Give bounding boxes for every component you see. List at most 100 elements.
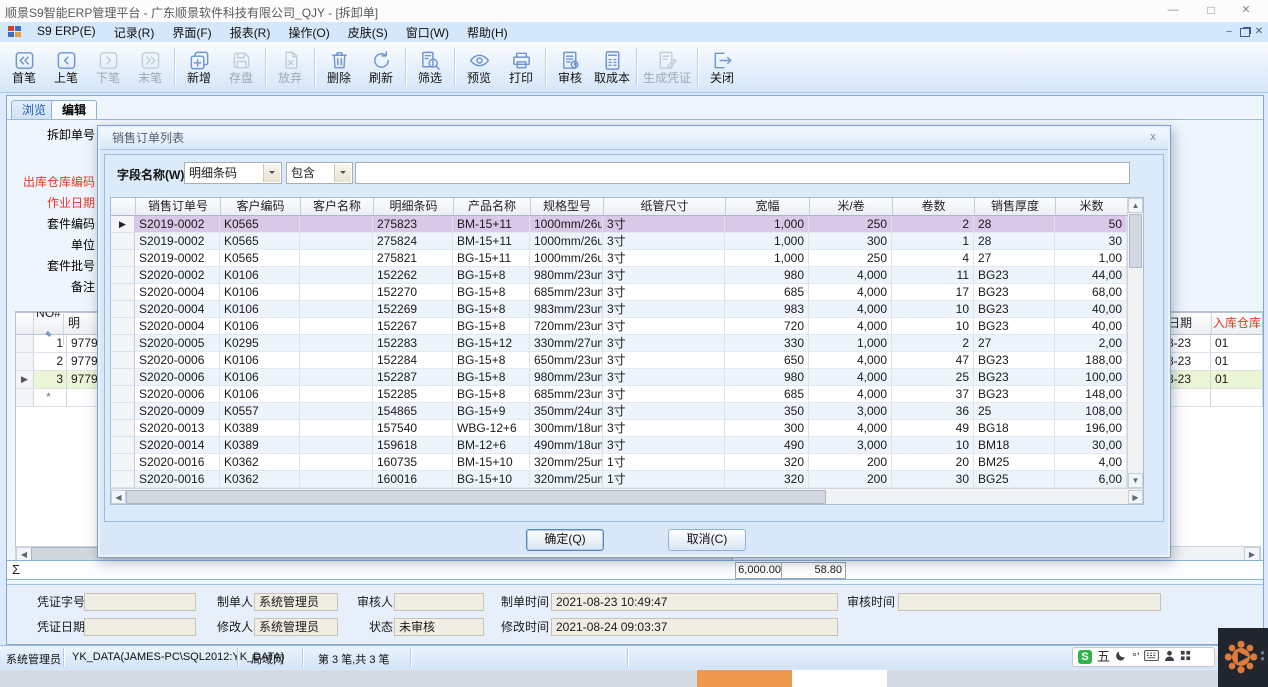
menu-item-4[interactable]: 操作(O) [279,22,338,43]
mdi-close-icon[interactable]: ✕ [1252,25,1266,39]
toolbar-preview-button[interactable]: 预览 [458,45,500,88]
input-method-bar[interactable]: S 五 °’ [1072,647,1215,667]
order-row[interactable]: S2020-0006K0106152284BG-15+8650mm/23um..… [111,352,1143,369]
column-header-5[interactable]: 规格型号 [531,198,604,216]
keyboard-icon[interactable] [1144,650,1159,664]
column-header-8[interactable]: 米/卷 [810,198,893,216]
menu-item-2[interactable]: 界面(F) [163,22,220,43]
column-header-3[interactable]: 明细条码 [374,198,454,216]
toolbar-print-button[interactable]: 打印 [500,45,542,88]
left-grid-row[interactable]: 197792 [16,335,100,353]
order-row[interactable]: S2020-0009K0557154865BG-15+9350mm/24um..… [111,403,1143,420]
ok-button[interactable]: 确定(Q) [526,529,604,551]
order-row[interactable]: ▶S2019-0002K0565275823BM-15+111000mm/26u… [111,216,1143,233]
menu-item-6[interactable]: 窗口(W) [397,22,458,43]
recorder-overlay-icon[interactable]: ●● [1218,628,1268,687]
scroll-right-icon[interactable]: ▶ [1128,490,1143,504]
order-row[interactable]: S2020-0016K0362160735BM-15+10320mm/25um.… [111,454,1143,471]
punctuation-icon[interactable]: °’ [1132,650,1139,664]
order-row[interactable]: S2020-0004K0106152270BG-15+8685mm/23um..… [111,284,1143,301]
scroll-thumb[interactable] [1129,214,1142,268]
menu-item-0[interactable]: S9 ERP(E) [28,22,105,43]
toolbar-nav-first-button[interactable]: 首笔 [3,45,45,88]
right-grid-row[interactable]: 8-2301 [1165,371,1263,389]
left-grid-row[interactable]: 297792 [16,353,100,371]
column-header-9[interactable]: 卷数 [893,198,975,216]
column-header-10[interactable]: 销售厚度 [975,198,1056,216]
scroll-right-icon[interactable]: ▶ [1244,547,1260,561]
order-row[interactable]: S2020-0006K0106152285BG-15+8685mm/23um..… [111,386,1143,403]
scroll-thumb[interactable] [126,490,826,504]
column-header-1[interactable]: 客户编码 [221,198,301,216]
column-header-4[interactable]: 产品名称 [454,198,531,216]
dialog-close-icon[interactable]: x [1146,130,1160,144]
left-grid-row[interactable]: * [16,389,100,407]
window-minimize-button[interactable]: — [1165,3,1181,18]
toolbar-audit-button[interactable]: 审核 [549,45,591,88]
grid-indicator-header [111,198,136,216]
cell: 148,00 [1055,386,1127,403]
mdi-minimize-icon[interactable]: – [1222,25,1236,39]
grid-vscrollbar[interactable]: ▲▼ [1127,198,1143,488]
column-header-6[interactable]: 纸管尺寸 [604,198,726,216]
scroll-up-icon[interactable]: ▲ [1128,198,1143,213]
left-grid-row[interactable]: ▶397792 [16,371,100,389]
window-close-button[interactable]: ✕ [1238,3,1254,18]
right-grid-row[interactable] [1165,389,1263,407]
scroll-left-icon[interactable]: ◀ [16,547,32,561]
toolbar-add-button[interactable]: 新增 [178,45,220,88]
column-header-warehouse[interactable]: 入库仓库 [1212,313,1262,334]
window-maximize-button[interactable]: □ [1203,3,1219,18]
toolbar-refresh-button[interactable]: 刷新 [360,45,402,88]
column-header-detail[interactable]: 明 [64,313,99,334]
cell: BG23 [974,352,1055,369]
toolbar-button-label: 预览 [467,72,491,85]
order-row[interactable]: S2020-0002K0106152262BG-15+8980mm/23um..… [111,267,1143,284]
wubi-mode-label[interactable]: 五 [1097,650,1110,664]
search-field-dropdown[interactable]: 明细条码 [184,162,282,184]
toolbar-cost-button[interactable]: 取成本 [591,45,633,88]
menu-item-1[interactable]: 记录(R) [105,22,164,43]
chevron-down-icon[interactable] [263,164,280,182]
order-row[interactable]: S2020-0006K0106152287BG-15+8980mm/23um..… [111,369,1143,386]
cell: BG23 [974,386,1055,403]
grid-menu-icon[interactable] [1180,650,1191,664]
mdi-restore-icon[interactable] [1240,28,1250,37]
column-header-7[interactable]: 宽幅 [726,198,810,216]
order-row[interactable]: S2020-0004K0106152269BG-15+8983mm/23um..… [111,301,1143,318]
search-input[interactable] [355,162,1130,184]
column-header-2[interactable]: 客户名称 [301,198,374,216]
chevron-down-icon[interactable] [334,164,351,182]
order-row[interactable]: S2020-0005K0295152283BG-15+12330mm/27um.… [111,335,1143,352]
column-header-11[interactable]: 米数 [1056,198,1128,216]
toolbar-nav-prev-button[interactable]: 上笔 [45,45,87,88]
toolbar-close-door-button[interactable]: 关闭 [701,45,743,88]
column-header-date[interactable]: 日期 [1165,313,1212,334]
scroll-left-icon[interactable]: ◀ [111,490,126,504]
cell: S2019-0002 [135,216,220,233]
person-icon[interactable] [1164,650,1175,665]
sogou-logo-icon[interactable]: S [1078,650,1092,664]
scroll-down-icon[interactable]: ▼ [1128,473,1143,488]
menu-item-3[interactable]: 报表(R) [221,22,280,43]
right-grid-row[interactable]: 8-2301 [1165,335,1263,353]
moon-icon[interactable] [1115,650,1127,665]
toolbar-delete-button[interactable]: 删除 [318,45,360,88]
search-operator-dropdown[interactable]: 包含 [286,162,353,184]
cancel-button[interactable]: 取消(C) [668,529,746,551]
save-icon [230,48,253,72]
order-row[interactable]: S2019-0002K0565275821BG-15+111000mm/26u.… [111,250,1143,267]
tab-edit[interactable]: 编辑 [51,100,97,120]
order-row[interactable]: S2020-0004K0106152267BG-15+8720mm/23um..… [111,318,1143,335]
toolbar-filter-button[interactable]: 筛选 [409,45,451,88]
grid-hscrollbar[interactable]: ◀▶ [111,488,1143,504]
order-row[interactable]: S2020-0016K0362160016BG-15+10320mm/25um.… [111,471,1143,488]
menu-item-7[interactable]: 帮助(H) [458,22,517,43]
menu-item-5[interactable]: 皮肤(S) [339,22,397,43]
order-row[interactable]: S2020-0013K0389157540WBG-12+6300mm/18um.… [111,420,1143,437]
right-grid-row[interactable]: 8-2301 [1165,353,1263,371]
cell: BG-15+11 [453,250,530,267]
order-row[interactable]: S2020-0014K0389159618BM-12+6490mm/18um..… [111,437,1143,454]
column-header-0[interactable]: 销售订单号 [136,198,221,216]
order-row[interactable]: S2019-0002K0565275824BM-15+111000mm/26u.… [111,233,1143,250]
